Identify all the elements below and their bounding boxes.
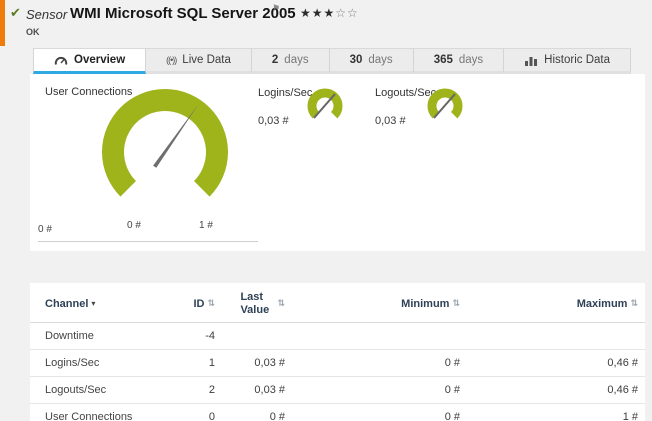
axis-zero-label: 0 #	[38, 224, 52, 235]
channel-table-panel: Channel ▾ ID ⇅ Last Value ⇅	[30, 283, 645, 421]
channel-name[interactable]: Downtime	[30, 323, 170, 350]
tab-number: 30	[350, 54, 363, 66]
flag-icon[interactable]: ⚑	[272, 3, 280, 14]
table-row[interactable]: Logins/Sec 1 0,03 # 0 # 0,46 #	[30, 350, 645, 377]
sensor-status-badge: OK	[26, 27, 40, 37]
tab-live-data[interactable]: ((•)) Live Data	[146, 48, 252, 74]
column-label: Maximum	[577, 298, 628, 310]
column-header-maximum[interactable]: Maximum ⇅	[460, 283, 645, 323]
column-header-id[interactable]: ID ⇅	[170, 283, 215, 323]
status-accent-bar	[0, 0, 5, 46]
prtg-sensor-page: ✔ Sensor WMI Microsoft SQL Server 2005 ⚑…	[0, 0, 652, 421]
column-label: ID	[193, 298, 204, 310]
column-label: Minimum	[401, 298, 449, 310]
tab-label: Historic Data	[544, 54, 610, 66]
channel-minimum	[292, 323, 460, 350]
tab-label: Overview	[74, 54, 125, 66]
channel-name[interactable]: Logins/Sec	[30, 350, 170, 377]
tab-unit: days	[284, 54, 308, 66]
channel-minimum: 0 #	[292, 350, 460, 377]
channel-table: Channel ▾ ID ⇅ Last Value ⇅	[30, 283, 645, 421]
channel-id: 1	[170, 350, 215, 377]
logins-gauge	[302, 86, 348, 128]
channel-last-value	[215, 323, 292, 350]
column-label: Last Value	[240, 291, 274, 316]
logins-value: 0,03 #	[258, 115, 289, 127]
column-label: Channel	[45, 298, 88, 310]
channel-maximum	[460, 323, 645, 350]
tab-bar: Overview ((•)) Live Data 2 days 30 days …	[33, 48, 631, 74]
sort-icon[interactable]: ⇅	[630, 298, 638, 309]
tab-label: Live Data	[182, 54, 231, 66]
tab-overview[interactable]: Overview	[33, 48, 146, 74]
gauge-max-label: 1 #	[190, 220, 222, 231]
sort-icon[interactable]: ⇅	[207, 298, 215, 309]
sort-icon[interactable]: ⇅	[452, 298, 460, 309]
column-header-channel[interactable]: Channel ▾	[30, 283, 170, 323]
tab-historic-data[interactable]: Historic Data	[504, 48, 631, 74]
tab-unit: days	[368, 54, 392, 66]
ok-check-icon: ✔	[10, 5, 21, 21]
gauge-min-label: 0 #	[118, 220, 150, 231]
channel-maximum: 1 #	[460, 404, 645, 421]
channel-id: -4	[170, 323, 215, 350]
channel-minimum: 0 #	[292, 377, 460, 404]
table-row[interactable]: User Connections 0 0 # 0 # 1 #	[30, 404, 645, 421]
channel-last-value: 0,03 #	[215, 377, 292, 404]
channel-last-value: 0,03 #	[215, 350, 292, 377]
channel-id: 0	[170, 404, 215, 421]
table-header-row: Channel ▾ ID ⇅ Last Value ⇅	[30, 283, 645, 323]
channel-id: 2	[170, 377, 215, 404]
channel-minimum: 0 #	[292, 404, 460, 421]
tab-unit: days	[459, 54, 483, 66]
tab-number: 2	[272, 54, 278, 66]
tab-2-days[interactable]: 2 days	[252, 48, 330, 74]
chart-icon	[524, 55, 538, 66]
table-row[interactable]: Logouts/Sec 2 0,03 # 0 # 0,46 #	[30, 377, 645, 404]
axis-line	[38, 241, 258, 242]
column-header-last-value[interactable]: Last Value ⇅	[215, 283, 292, 323]
user-connections-gauge	[90, 80, 240, 225]
priority-stars[interactable]: ★★★☆☆	[300, 6, 359, 20]
filter-caret-icon[interactable]: ▾	[91, 299, 95, 308]
channel-name[interactable]: User Connections	[30, 404, 170, 421]
table-row[interactable]: Downtime -4	[30, 323, 645, 350]
logouts-value: 0,03 #	[375, 115, 406, 127]
channel-maximum: 0,46 #	[460, 377, 645, 404]
gauge-icon	[54, 54, 68, 66]
sensor-header: ✔ Sensor WMI Microsoft SQL Server 2005 ⚑…	[0, 0, 652, 46]
sensor-title: WMI Microsoft SQL Server 2005	[70, 5, 296, 22]
stars-filled: ★★★	[300, 6, 335, 20]
gauge-needle	[153, 105, 198, 168]
live-signal-icon: ((•))	[166, 55, 176, 65]
channel-maximum: 0,46 #	[460, 350, 645, 377]
tab-365-days[interactable]: 365 days	[414, 48, 504, 74]
stars-empty: ☆☆	[335, 6, 359, 20]
channel-last-value: 0 #	[215, 404, 292, 421]
tab-30-days[interactable]: 30 days	[330, 48, 414, 74]
tab-number: 365	[434, 54, 453, 66]
overview-gauges-panel: User Connections 0 # 1 # 0 # Logins/Sec …	[30, 74, 645, 251]
column-header-minimum[interactable]: Minimum ⇅	[292, 283, 460, 323]
logouts-gauge	[422, 86, 468, 128]
sort-icon[interactable]: ⇅	[277, 298, 285, 309]
sensor-kind-label: Sensor	[26, 7, 67, 22]
channel-name[interactable]: Logouts/Sec	[30, 377, 170, 404]
